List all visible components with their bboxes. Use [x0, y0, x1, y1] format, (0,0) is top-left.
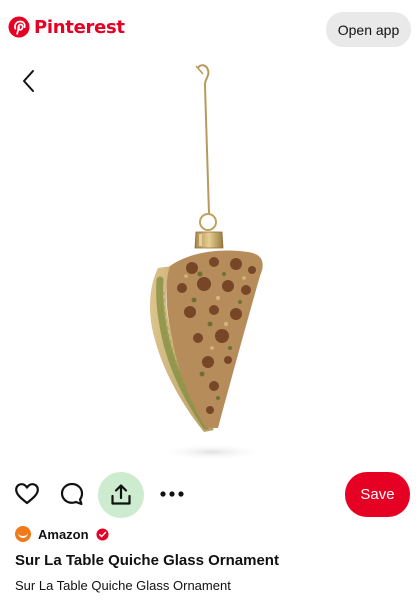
comment-button[interactable]	[50, 470, 94, 518]
pin-page: Pinterest Open app Save Amazon Sur La Ta…	[0, 0, 418, 600]
open-app-button[interactable]: Open app	[326, 12, 411, 47]
pin-description: Sur La Table Quiche Glass Ornament	[15, 578, 231, 593]
more-button[interactable]	[150, 470, 194, 518]
ornament-image	[150, 64, 264, 460]
pin-source[interactable]: Amazon	[15, 526, 109, 542]
pinterest-logo-icon	[8, 16, 30, 38]
brand-name: Pinterest	[34, 16, 125, 38]
action-bar: Save	[0, 470, 418, 520]
source-avatar	[15, 526, 31, 542]
share-button[interactable]	[98, 472, 144, 518]
heart-icon	[15, 483, 39, 505]
top-bar: Pinterest Open app	[0, 0, 418, 60]
pinterest-brand[interactable]: Pinterest	[8, 16, 125, 38]
comment-icon	[60, 482, 84, 506]
source-name: Amazon	[38, 526, 89, 542]
back-button[interactable]	[16, 66, 42, 96]
pin-title: Sur La Table Quiche Glass Ornament	[15, 552, 279, 569]
save-button[interactable]: Save	[345, 472, 410, 517]
more-icon	[160, 491, 184, 497]
like-button[interactable]	[5, 470, 49, 518]
pin-image[interactable]	[0, 56, 418, 506]
chevron-left-icon	[23, 70, 34, 92]
share-icon	[111, 484, 131, 505]
verified-badge-icon	[96, 527, 109, 541]
